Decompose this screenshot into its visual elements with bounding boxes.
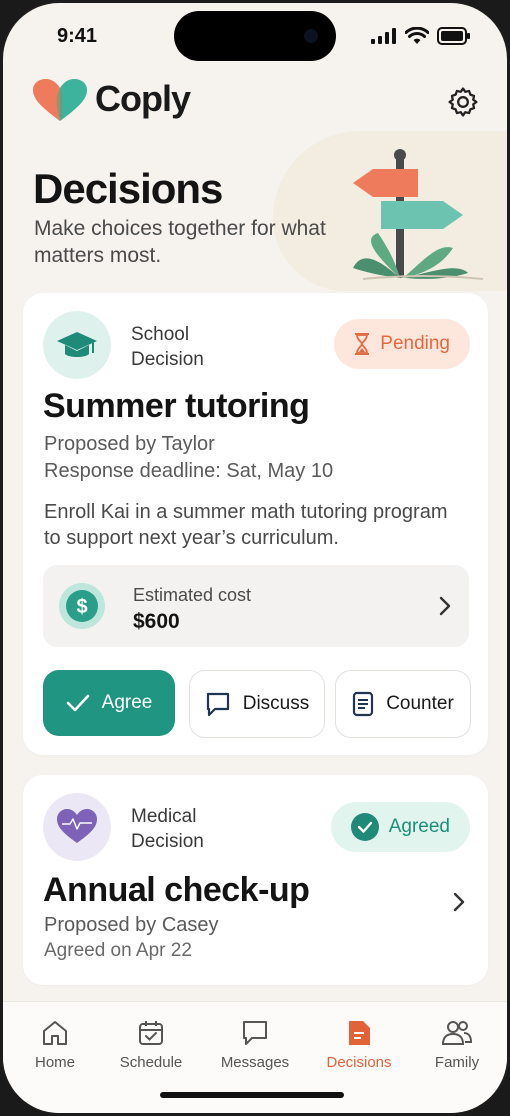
decision-title: Annual check-up bbox=[43, 871, 310, 909]
tab-label: Decisions bbox=[326, 1054, 392, 1071]
dynamic-island bbox=[174, 11, 336, 61]
tab-label: Messages bbox=[220, 1054, 290, 1071]
counter-button[interactable]: Counter bbox=[335, 670, 471, 738]
status-time: 9:41 bbox=[57, 25, 98, 47]
phone-frame: 9:41 Coply Decisions Make choices togeth… bbox=[0, 0, 510, 1116]
dollar-coin-icon: $ bbox=[59, 583, 105, 629]
message-icon bbox=[243, 1021, 267, 1045]
app-name: Coply bbox=[95, 78, 191, 119]
battery-icon bbox=[437, 27, 470, 45]
estimated-cost-row[interactable]: $ Estimated cost $600 bbox=[43, 565, 469, 647]
discuss-button[interactable]: Discuss bbox=[189, 670, 325, 738]
proposed-by: Proposed by Casey bbox=[44, 914, 219, 936]
app-screen: 9:41 Coply Decisions Make choices togeth… bbox=[3, 3, 507, 1113]
decision-title: Summer tutoring bbox=[43, 387, 310, 425]
cost-value: $600 bbox=[133, 610, 180, 633]
proposed-by: Proposed by Taylor bbox=[44, 433, 215, 455]
decision-card-annual-checkup[interactable]: Medical Decision Agreed Annual check-up … bbox=[23, 775, 488, 985]
chevron-right-icon bbox=[439, 596, 451, 616]
tab-label: Family bbox=[434, 1054, 480, 1071]
tab-home[interactable]: Home bbox=[5, 1018, 105, 1071]
tab-schedule[interactable]: Schedule bbox=[101, 1018, 201, 1071]
category-label: Medical Decision bbox=[131, 806, 204, 852]
document-icon bbox=[353, 691, 374, 717]
calendar-icon bbox=[139, 1021, 163, 1045]
decision-description: Enroll Kai in a summer math tutoring pro… bbox=[44, 501, 448, 549]
tab-decisions[interactable]: Decisions bbox=[309, 1018, 409, 1071]
agreed-on: Agreed on Apr 22 bbox=[44, 940, 192, 961]
home-indicator bbox=[160, 1092, 344, 1098]
heart-pulse-icon bbox=[43, 793, 111, 861]
tab-label: Home bbox=[34, 1054, 75, 1071]
agree-label: Agree bbox=[101, 692, 153, 713]
settings-gear-icon[interactable] bbox=[446, 85, 480, 119]
counter-label: Counter bbox=[386, 693, 454, 714]
tab-label: Schedule bbox=[119, 1054, 183, 1071]
home-icon bbox=[43, 1021, 67, 1045]
signpost-illustration bbox=[353, 149, 484, 280]
page-subtitle: Make choices together for what matters m… bbox=[34, 217, 326, 267]
wifi-icon bbox=[405, 27, 429, 44]
status-icons bbox=[371, 27, 471, 45]
family-icon bbox=[441, 1021, 473, 1045]
chevron-right-icon[interactable] bbox=[451, 891, 467, 913]
discuss-label: Discuss bbox=[242, 693, 310, 714]
tab-family[interactable]: Family bbox=[407, 1018, 507, 1071]
checkmark-icon bbox=[66, 694, 89, 712]
agree-button[interactable]: Agree bbox=[43, 670, 175, 736]
decision-card-summer-tutoring[interactable]: School Decision Pending Summer tutoring … bbox=[23, 293, 488, 755]
page-title: Decisions bbox=[33, 165, 223, 212]
graduation-cap-icon bbox=[43, 311, 111, 379]
hourglass-icon bbox=[355, 333, 370, 355]
status-badge-pending: Pending bbox=[334, 319, 470, 369]
speech-bubble-icon bbox=[206, 692, 229, 717]
signal-icon bbox=[371, 28, 396, 44]
tab-messages[interactable]: Messages bbox=[205, 1018, 305, 1071]
status-badge-label: Agreed bbox=[388, 816, 450, 837]
response-deadline: Response deadline: Sat, May 10 bbox=[44, 460, 334, 482]
check-circle-icon bbox=[350, 813, 379, 841]
coply-logo-icon bbox=[33, 79, 87, 121]
cost-label: Estimated cost bbox=[133, 585, 252, 605]
status-badge-label: Pending bbox=[380, 333, 450, 354]
status-badge-agreed: Agreed bbox=[330, 802, 470, 852]
category-label: School Decision bbox=[131, 324, 204, 370]
decision-doc-icon bbox=[349, 1021, 370, 1045]
svg-text:$: $ bbox=[76, 596, 87, 618]
